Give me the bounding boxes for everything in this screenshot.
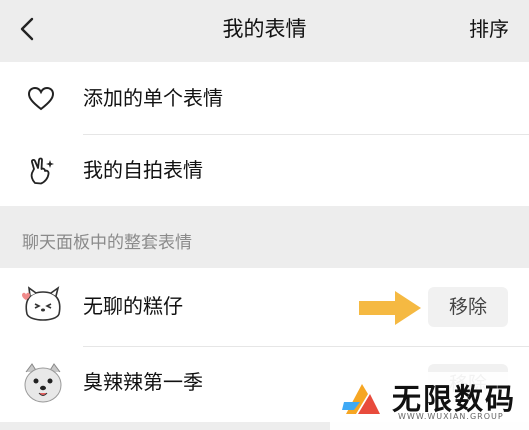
sticker-pack-name: 无聊的糕仔 (83, 294, 183, 318)
arrow-right-icon (359, 291, 421, 325)
sticker-pack-name: 臭辣辣第一季 (83, 370, 203, 394)
dog-sticker-avatar (24, 363, 62, 403)
my-stickers-menu: 添加的单个表情 我的自拍表情 (0, 62, 529, 206)
selfie-hand-icon (30, 157, 54, 185)
my-selfie-stickers-row[interactable]: 我的自拍表情 (0, 134, 529, 206)
nav-bar: 我的表情 排序 (0, 0, 529, 58)
watermark-subtext: WWW.WUXIAN.GROUP (398, 412, 504, 421)
heart-icon (27, 86, 55, 111)
menu-item-label: 添加的单个表情 (83, 86, 223, 110)
cat-sticker-avatar (22, 286, 61, 321)
sort-button[interactable]: 排序 (469, 0, 509, 58)
watermark: 无限数码 WWW.WUXIAN.GROUP (330, 372, 529, 430)
sticker-pack-row[interactable]: 无聊的糕仔 移除 (0, 268, 529, 346)
watermark-logo-icon (342, 384, 380, 414)
remove-button[interactable]: 移除 (428, 287, 508, 327)
added-single-stickers-row[interactable]: 添加的单个表情 (0, 62, 529, 134)
menu-item-label: 我的自拍表情 (83, 158, 203, 182)
page-title: 我的表情 (222, 17, 307, 41)
section-label: 聊天面板中的整套表情 (22, 233, 192, 253)
